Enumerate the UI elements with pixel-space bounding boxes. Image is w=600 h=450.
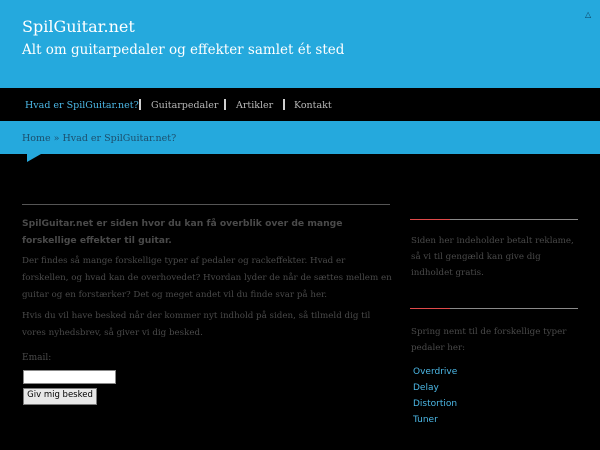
intro-paragraph: Der findes så mange forskellige typer af… [22,256,392,300]
nav-item-hvad-er[interactable]: Hvad er SpilGuitar.net? [25,100,139,111]
nav-separator [224,99,226,110]
newsletter-paragraph: Hvis du vil have besked når der kommer n… [22,311,371,338]
sidebar-divider [410,219,578,220]
breadcrumb-pointer [27,154,41,162]
sidebar-divider-accent [410,308,450,309]
ad-notice: Siden her indeholder betalt reklame, så … [411,236,574,278]
content-divider [22,204,390,205]
triangle-up-icon[interactable]: △ [585,10,591,19]
intro-lead: SpilGuitar.net er siden hvor du kan få o… [22,218,343,246]
subscribe-button[interactable]: Giv mig besked [23,388,97,405]
nav-separator [283,99,285,110]
email-label: Email: [22,353,52,363]
breadcrumb-current: Hvad er SpilGuitar.net? [62,133,177,144]
pedal-link-delay[interactable]: Delay [413,383,439,393]
email-field[interactable] [23,370,116,384]
pedal-link-overdrive[interactable]: Overdrive [413,367,457,377]
pedal-link-distortion[interactable]: Distortion [413,399,457,409]
nav-item-guitarpedaler[interactable]: Guitarpedaler [151,100,218,111]
breadcrumb-home-link[interactable]: Home [22,133,51,144]
sidebar-divider [410,308,578,309]
nav-item-kontakt[interactable]: Kontakt [294,100,332,111]
pedal-link-tuner[interactable]: Tuner [413,415,438,425]
pedal-jump-intro: Spring nemt til de forskellige typer ped… [411,327,567,353]
sidebar-divider-accent [410,219,450,220]
site-tagline: Alt om guitarpedaler og effekter samlet … [22,42,345,58]
breadcrumb-separator: » [50,133,63,144]
breadcrumb: Home » Hvad er SpilGuitar.net? [22,133,176,144]
site-title[interactable]: SpilGuitar.net [22,17,135,36]
nav-separator [139,99,141,110]
nav-item-artikler[interactable]: Artikler [236,100,273,111]
